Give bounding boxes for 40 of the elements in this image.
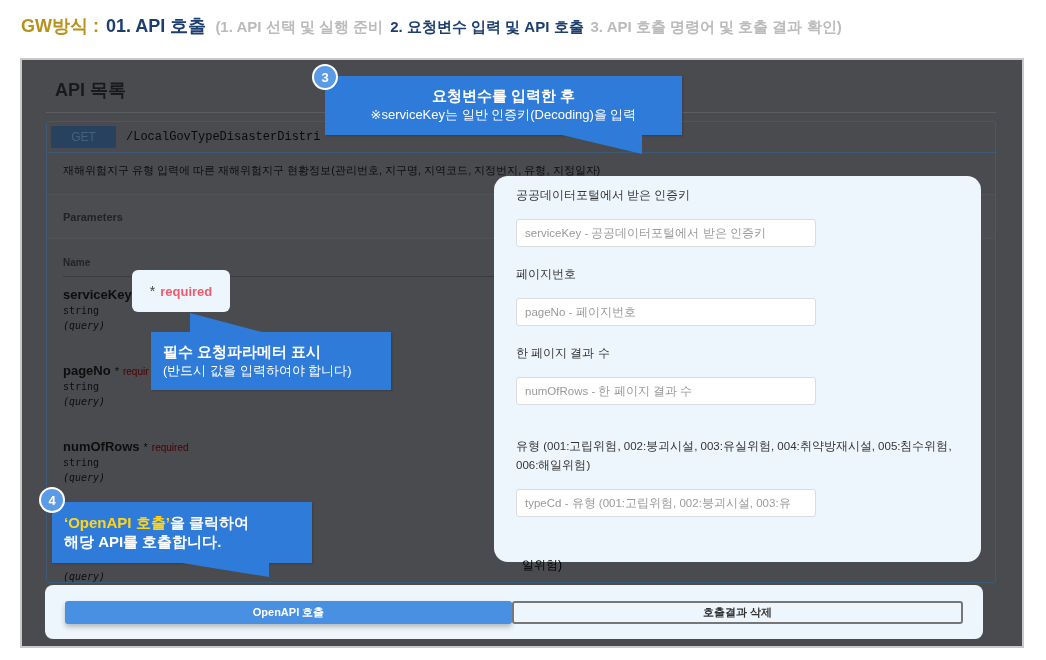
input-field[interactable]: typeCd - 유형 (001:고립위험, 002:붕괴시설, 003:유 [516, 489, 816, 517]
step-number: 3 [312, 64, 338, 90]
heading-title: 01. API 호출 [106, 15, 207, 38]
input-field[interactable]: serviceKey - 공공데이터포털에서 받은 인증키 [516, 219, 816, 247]
parameter-name: pageNo [63, 363, 111, 378]
parameter-location: (query) [63, 320, 106, 331]
parameter-type: string [63, 381, 100, 392]
call-button[interactable]: OpenAPI 호출 [65, 601, 512, 624]
callout-text: 요청변수를 입력한 후 [431, 87, 576, 106]
required-label: required [151, 442, 189, 453]
parameter-name: serviceKey [63, 287, 132, 302]
required-label: required [160, 283, 213, 299]
parameter-location: (query) [63, 571, 106, 582]
input-field[interactable]: numOfRows - 한 페이지 결과 수 [516, 377, 816, 405]
endpoint-path: /LocalGovTypeDisasterDistri [126, 130, 321, 144]
callout-text: ‘OpenAPI 호출’을 클릭하여 [64, 513, 250, 533]
parameter-location: (query) [63, 396, 106, 407]
callout-text: 해당 API를 호출합니다. [64, 532, 223, 552]
endpoint-description: 재해위험지구 유형 입력에 따른 재해위험지구 현황정보(관리번호, 지구명, 지역코드, 지정번지, 유형, 지정일자) [62, 163, 602, 178]
parameter-type: string [63, 305, 100, 316]
callout-text: 필수 요청파라메터 표시 [163, 342, 323, 362]
field-label: 일위험) [522, 557, 562, 574]
input-field[interactable]: pageNo - 페이지번호 [516, 298, 816, 326]
step-label: 2. 요청변수 입력 및 API 호출 [390, 18, 584, 37]
required-label: requir [122, 366, 149, 377]
parameter-location: (query) [63, 472, 106, 483]
field-label: 한 페이지 결과 수 [516, 346, 611, 361]
required-indicator: * [114, 365, 119, 377]
parameter-type: string [63, 457, 100, 468]
step-label: 3. API 호출 명령어 및 호출 결과 확인) [590, 18, 842, 37]
step-number: 4 [39, 487, 65, 513]
heading-prefix: GW방식 : [21, 15, 99, 38]
clear-button[interactable]: 호출결과 삭제 [512, 601, 963, 624]
required-indicator: * [149, 283, 156, 299]
required-indicator: * [143, 441, 148, 453]
field-label: 공공데이터포털에서 받은 인증키 [516, 188, 692, 203]
callout-text: (반드시 값을 입력하여야 합니다) [163, 361, 353, 380]
step-label: (1. API 선택 및 실행 준비 [215, 18, 384, 37]
field-label: 유형 (001:고립위험, 002:붕괴시설, 003:유실위험, 004:취약방재시설, 005:침수위험, 006:해일위험) [516, 439, 953, 473]
parameter-name: numOfRows [63, 439, 140, 454]
